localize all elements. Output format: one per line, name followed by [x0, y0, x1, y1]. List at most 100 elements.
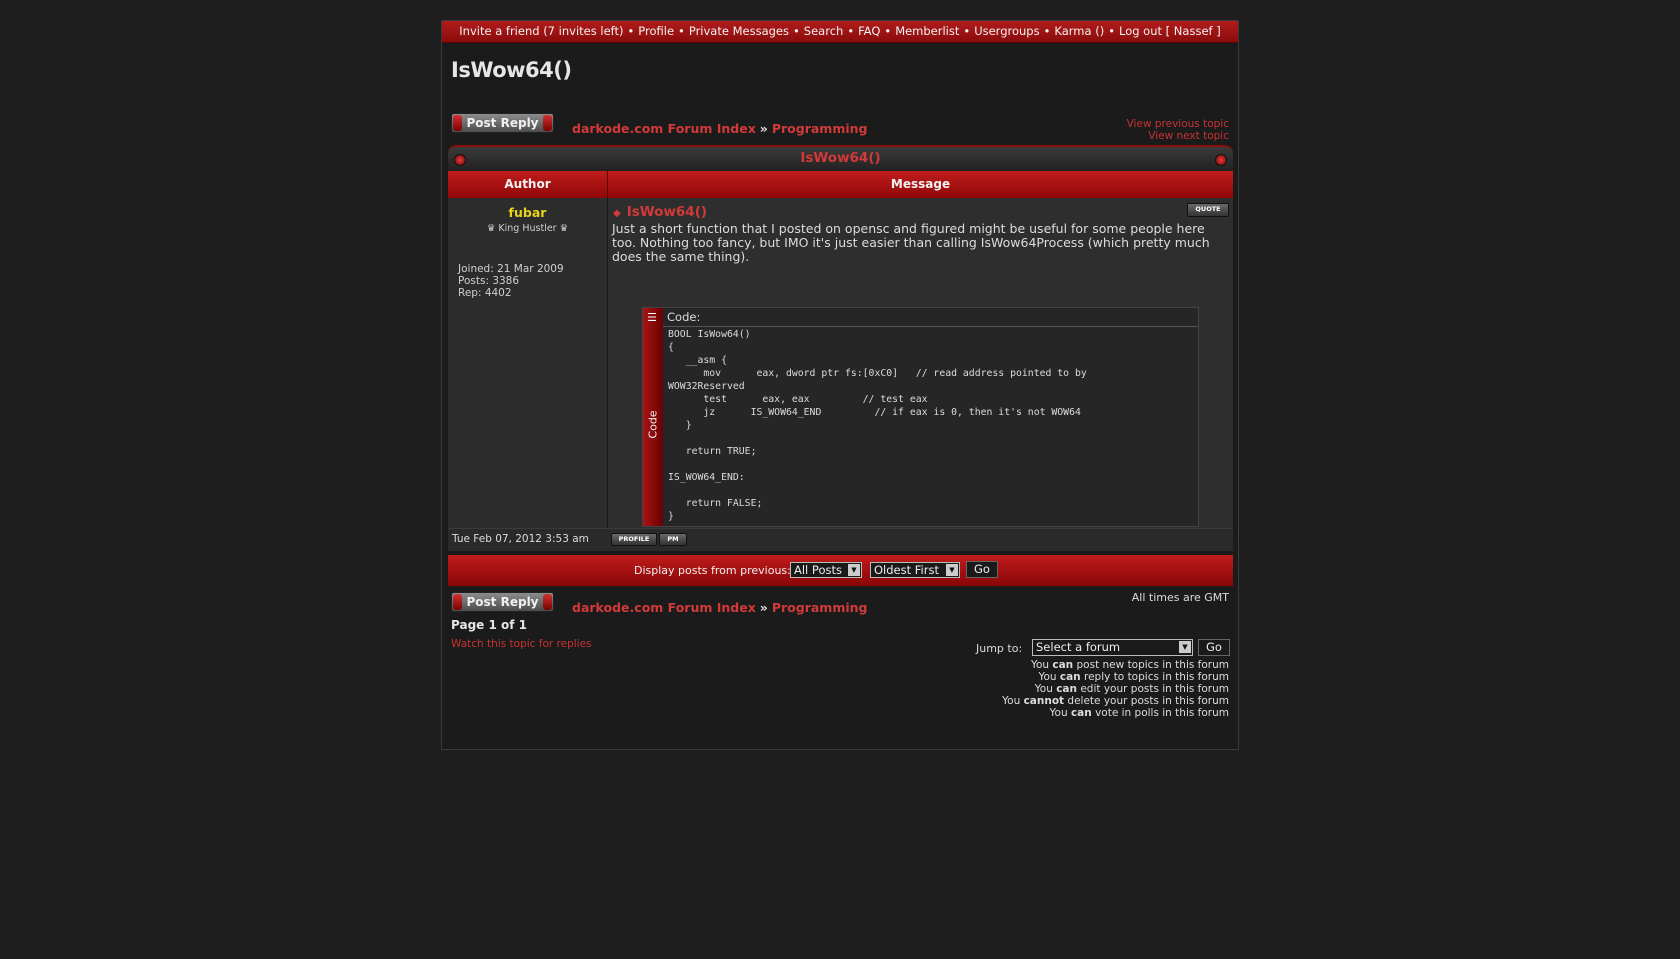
topic-navigation: View previous topic View next topic: [1127, 118, 1229, 142]
watch-topic-link[interactable]: Watch this topic for replies: [451, 638, 592, 650]
post-title: ◆ IsWow64(): [613, 204, 707, 220]
jump-forum-value: Select a forum: [1036, 640, 1121, 654]
bullet-icon: [454, 154, 466, 166]
permission-prefix: You: [1049, 707, 1071, 719]
author-panel: fubar ♛ King Hustler ♛ Joined: 21 Mar 20…: [448, 198, 608, 528]
list-icon: ☰: [647, 311, 657, 324]
author-name: fubar: [448, 205, 607, 220]
sort-order-value: Oldest First: [874, 563, 939, 577]
jump-go-button[interactable]: Go: [1198, 639, 1230, 656]
breadcrumb-bottom: darkode.com Forum Index» Programming: [572, 600, 868, 615]
post-reply-label: Post Reply: [466, 595, 539, 609]
dropdown-arrow-icon: ▼: [946, 564, 958, 576]
dropdown-arrow-icon: ▼: [1179, 641, 1191, 653]
display-filter-bar: Display posts from previous: All Posts ▼ …: [448, 555, 1233, 586]
dropdown-arrow-icon: ▼: [848, 564, 860, 576]
permission-item: You can edit your posts in this forum: [1002, 683, 1229, 695]
permission-text: post new topics in this forum: [1073, 659, 1230, 671]
posts-range-select[interactable]: All Posts ▼: [790, 562, 862, 578]
nav-logout[interactable]: Log out [ Nassef ]: [1119, 24, 1221, 38]
forum-container: Invite a friend (7 invites left) • Profile…: [441, 20, 1239, 750]
author-stats: Joined: 21 Mar 2009 Posts: 3386 Rep: 440…: [458, 263, 564, 299]
permission-prefix: You: [1030, 659, 1053, 671]
permission-status: can: [1070, 707, 1092, 719]
nav-faq[interactable]: FAQ: [858, 24, 880, 38]
code-label: Code:: [667, 310, 701, 324]
topic-title-bar: IsWow64(): [448, 145, 1233, 171]
breadcrumb: darkode.com Forum Index» Programming: [572, 121, 868, 136]
button-cap-right: [543, 115, 552, 131]
nav-usergroups[interactable]: Usergroups: [974, 24, 1039, 38]
post-title-text: IsWow64(): [626, 204, 708, 220]
filter-label: Display posts from previous:: [634, 564, 791, 577]
code-block: ☰ Code Code: BOOL IsWow64() { __asm { mo…: [642, 307, 1199, 527]
message-column-header: Message: [890, 177, 951, 191]
permission-text: delete your posts in this forum: [1064, 695, 1229, 707]
post-table-header: Author Message: [448, 171, 1233, 198]
code-content: BOOL IsWow64() { __asm { mov eax, dword …: [668, 329, 1087, 522]
nav-profile[interactable]: Profile: [638, 24, 674, 38]
page-title: IsWow64(): [451, 58, 572, 82]
permission-text: vote in polls in this forum: [1091, 707, 1229, 719]
topic-title-link[interactable]: IsWow64(): [800, 150, 880, 166]
jump-forum-select[interactable]: Select a forum ▼: [1032, 639, 1193, 656]
nav-separator: •: [884, 24, 892, 38]
author-profile-link[interactable]: fubar: [509, 205, 547, 220]
permission-text: reply to topics in this forum: [1080, 671, 1229, 683]
permission-prefix: You: [1002, 695, 1024, 707]
permission-status: cannot: [1023, 695, 1065, 707]
post-row: fubar ♛ King Hustler ♛ Joined: 21 Mar 20…: [448, 198, 1233, 528]
code-side-label: Code: [646, 410, 660, 439]
author-rank: ♛ King Hustler ♛: [486, 223, 569, 234]
nav-separator: •: [1108, 24, 1115, 38]
post-reply-button[interactable]: Post Reply: [451, 113, 554, 133]
breadcrumb-programming[interactable]: Programming: [772, 121, 868, 136]
permission-item: You can reply to topics in this forum: [1002, 671, 1229, 683]
breadcrumb-forum-index[interactable]: darkode.com Forum Index: [572, 600, 756, 615]
jump-to-label: Jump to:: [976, 642, 1023, 655]
breadcrumb-programming[interactable]: Programming: [772, 600, 868, 615]
post-date: Tue Feb 07, 2012 3:53 am: [452, 533, 589, 545]
post-bullet-icon: ◆: [613, 208, 621, 219]
bullet-icon: [1215, 154, 1227, 166]
permission-status: can: [1056, 683, 1077, 695]
previous-topic-link[interactable]: View previous topic: [1127, 118, 1229, 130]
post-footer: Tue Feb 07, 2012 3:53 am PROFILE PM: [448, 528, 1233, 551]
filter-go-button[interactable]: Go: [966, 561, 998, 578]
permissions-list: You can post new topics in this forum Yo…: [1002, 659, 1229, 719]
pm-button[interactable]: PM: [659, 533, 687, 546]
code-sidebar: ☰ Code: [643, 308, 663, 526]
author-column-header: Author: [448, 171, 608, 198]
sort-order-select[interactable]: Oldest First ▼: [870, 562, 960, 578]
nav-karma[interactable]: Karma (): [1054, 24, 1104, 38]
top-navigation: Invite a friend (7 invites left) • Profile…: [442, 21, 1238, 43]
post-body: Just a short function that I posted on o…: [612, 221, 1210, 264]
permission-prefix: You: [1034, 683, 1057, 695]
timezone-note: All times are GMT: [1131, 591, 1229, 604]
nav-invite[interactable]: Invite a friend (7 invites left): [459, 24, 623, 38]
permission-status: can: [1059, 671, 1081, 683]
button-cap-right: [543, 594, 552, 610]
nav-memberlist[interactable]: Memberlist: [895, 24, 959, 38]
nav-search[interactable]: Search: [804, 24, 844, 38]
permission-text: edit your posts in this forum: [1077, 683, 1229, 695]
permission-item: You cannot delete your posts in this for…: [1002, 695, 1229, 707]
quote-button[interactable]: QUOTE: [1187, 203, 1229, 217]
page-indicator: Page 1 of 1: [451, 618, 527, 632]
author-rep: Rep: 4402: [458, 287, 512, 299]
next-topic-link[interactable]: View next topic: [1127, 130, 1229, 142]
message-panel: ◆ IsWow64() QUOTE Just a short function t…: [608, 198, 1233, 528]
profile-button[interactable]: PROFILE: [611, 533, 657, 546]
permission-status: can: [1052, 659, 1074, 671]
breadcrumb-forum-index[interactable]: darkode.com Forum Index: [572, 121, 756, 136]
nav-separator: •: [793, 24, 800, 38]
nav-separator: •: [963, 24, 971, 38]
code-divider: [663, 326, 1198, 327]
breadcrumb-separator: »: [759, 121, 768, 136]
nav-private-messages[interactable]: Private Messages: [689, 24, 789, 38]
permission-item: You can post new topics in this forum: [1002, 659, 1229, 671]
nav-separator: •: [678, 24, 685, 38]
post-reply-button-bottom[interactable]: Post Reply: [451, 592, 554, 612]
post-reply-label: Post Reply: [466, 116, 539, 130]
posts-range-value: All Posts: [794, 563, 842, 577]
